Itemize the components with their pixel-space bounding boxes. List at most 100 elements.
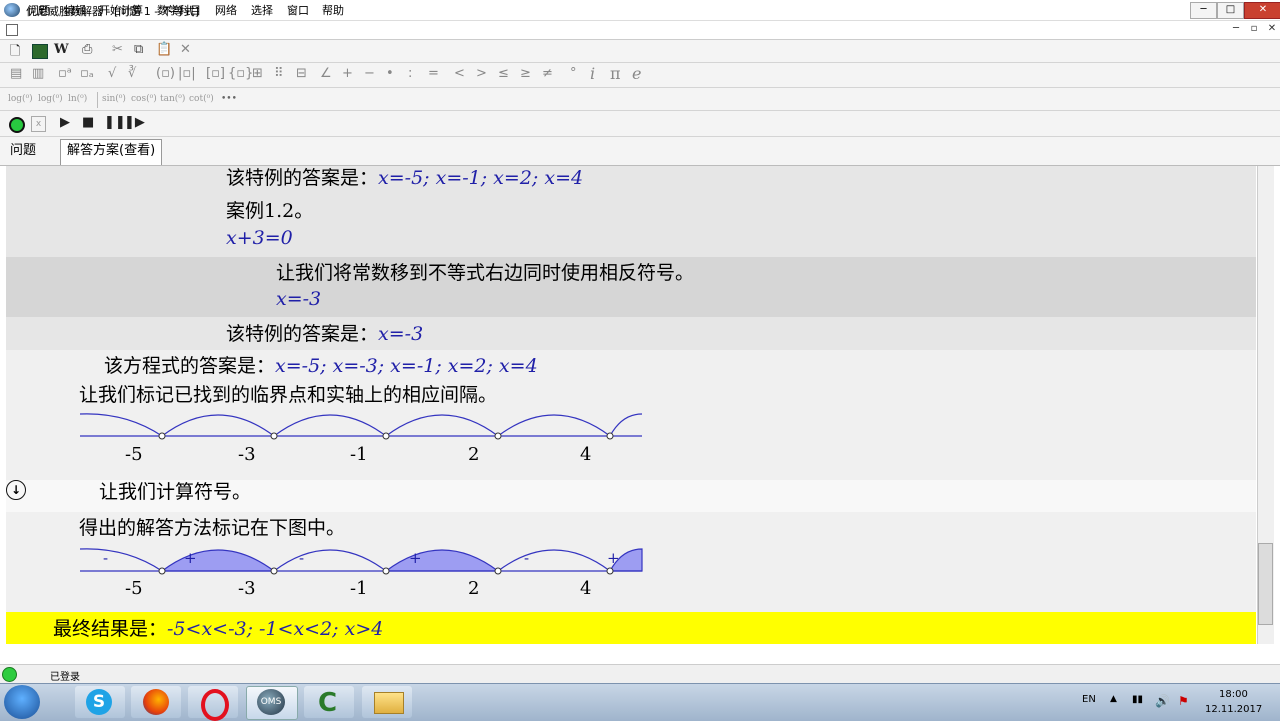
case-answer-label: 该特例的答案是：	[226, 167, 379, 189]
point-label: 4	[580, 578, 592, 599]
system-icon[interactable]: ⊟	[296, 66, 307, 81]
document-icon[interactable]	[6, 24, 18, 36]
matrix-icon[interactable]: ⊞	[252, 66, 263, 81]
tab-solution[interactable]: 解答方案(查看)	[60, 139, 163, 165]
parenthesis-icon[interactable]: (▫)	[156, 66, 175, 81]
interval-arc-3	[273, 414, 387, 437]
skype-icon: S	[86, 689, 112, 715]
word-icon[interactable]: W	[54, 42, 69, 57]
point-label: -3	[238, 578, 256, 599]
nth-root-icon[interactable]: ∛	[128, 66, 136, 81]
interval-arc-5	[497, 414, 611, 437]
multiply-icon[interactable]: •	[386, 66, 394, 81]
colon-icon[interactable]: :	[408, 66, 412, 81]
menu-select[interactable]: 选择	[251, 2, 273, 18]
clock-date[interactable]: 12.11.2017	[1205, 704, 1262, 715]
clear-icon[interactable]: x	[31, 116, 46, 132]
print-preview-icon[interactable]: ⎙	[82, 42, 92, 57]
tab-problem[interactable]: 问题	[4, 140, 42, 162]
equals-icon[interactable]: =	[428, 66, 439, 81]
mdi-restore-button[interactable]: ▫	[1246, 23, 1262, 36]
menu-calculate[interactable]: 开始计算	[99, 2, 143, 18]
log-button[interactable]: log(⁰)	[8, 94, 33, 104]
cot-button[interactable]: cot(⁰)	[189, 94, 214, 104]
menu-help[interactable]: 帮助	[322, 2, 344, 18]
bracket-icon[interactable]: [▫]	[206, 66, 225, 81]
play-icon[interactable]: ▶	[60, 115, 70, 130]
sin-button[interactable]: sin(⁰)	[102, 94, 126, 104]
menu-network[interactable]: 网络	[215, 2, 237, 18]
grid-icon[interactable]: ⠿	[274, 66, 284, 81]
sign-label: +	[607, 549, 620, 567]
expand-step-icon[interactable]: ↓	[6, 480, 26, 500]
critical-point	[606, 567, 614, 575]
final-answer-math: -5<x<-3; -1<x<2; x>4	[167, 618, 384, 640]
language-indicator[interactable]: EN	[1082, 694, 1096, 705]
cos-button[interactable]: cos(⁰)	[131, 94, 157, 104]
plus-icon[interactable]: +	[342, 66, 353, 81]
pi-icon[interactable]: π	[610, 64, 621, 83]
greater-than-icon[interactable]: >	[476, 66, 487, 81]
calculate-signs-step[interactable]: 让我们计算符号。	[99, 477, 251, 504]
less-equal-icon[interactable]: ≤	[498, 66, 509, 81]
mixed-fraction-icon[interactable]: ▥	[32, 66, 44, 81]
network-icon[interactable]: ▮▮	[1132, 694, 1143, 705]
less-than-icon[interactable]: <	[454, 66, 465, 81]
euler-icon[interactable]: e	[632, 64, 641, 83]
copy-icon[interactable]: ⧉	[134, 42, 143, 57]
subscript-icon[interactable]: ▫ₐ	[80, 66, 94, 81]
angle-icon[interactable]: ∠	[320, 66, 332, 81]
ln-button[interactable]: ln(⁰)	[68, 94, 87, 104]
pause-icon[interactable]: ❚❚	[104, 115, 126, 130]
minimize-button[interactable]: ─	[1190, 2, 1217, 19]
run-toolbar	[0, 111, 1280, 137]
maximize-button[interactable]: □	[1217, 2, 1244, 19]
critical-point	[158, 432, 166, 440]
absolute-icon[interactable]: |▫|	[178, 66, 196, 81]
tan-button[interactable]: tan(⁰)	[160, 94, 185, 104]
volume-icon[interactable]: 🔊	[1155, 694, 1170, 708]
minus-icon[interactable]: −	[364, 66, 375, 81]
critical-point	[270, 432, 278, 440]
clock-time[interactable]: 18:00	[1219, 689, 1248, 700]
imaginary-icon[interactable]: i	[590, 64, 595, 83]
step-icon[interactable]: ❚▶	[124, 115, 145, 130]
fraction-icon[interactable]: ▤	[10, 66, 22, 81]
scrollbar-thumb[interactable]	[1258, 543, 1273, 625]
paste-icon[interactable]: 📋	[156, 42, 172, 57]
menu-math-subject[interactable]: 数学科目	[157, 2, 201, 18]
stop-icon[interactable]: ■	[82, 115, 94, 130]
step-result: x=-3	[276, 288, 322, 310]
tray-expand-icon[interactable]: ▲	[1110, 694, 1117, 704]
firefox-icon	[143, 689, 169, 715]
not-equal-icon[interactable]: ≠	[542, 66, 553, 81]
sign-label: +	[184, 549, 197, 567]
record-icon[interactable]	[9, 117, 25, 133]
new-file-icon[interactable]: 🗋	[10, 42, 20, 64]
greater-equal-icon[interactable]: ≥	[520, 66, 531, 81]
camtasia-icon: C	[318, 688, 338, 718]
more-functions-button[interactable]: •••	[221, 94, 237, 104]
sign-label: -	[524, 549, 530, 567]
menu-problem[interactable]: 问题	[28, 2, 50, 18]
mdi-close-button[interactable]: ✕	[1264, 23, 1280, 36]
superscript-icon[interactable]: ▫ᵃ	[58, 66, 72, 81]
app-icon[interactable]	[4, 3, 20, 17]
delete-icon[interactable]: ✕	[180, 42, 191, 57]
mdi-minimize-button[interactable]: ─	[1228, 23, 1244, 36]
negative-interval	[273, 549, 387, 572]
start-button[interactable]	[4, 685, 40, 719]
root-icon[interactable]: √	[108, 66, 116, 81]
log-base-button[interactable]: log(⁰)	[38, 94, 63, 104]
cut-icon[interactable]: ✂	[112, 42, 123, 57]
degree-icon[interactable]: °	[570, 66, 577, 81]
action-center-icon[interactable]: ⚑	[1178, 694, 1189, 708]
positive-interval	[160, 549, 276, 572]
status-bar	[0, 664, 1280, 683]
excel-icon[interactable]	[32, 44, 48, 59]
negative-interval	[497, 549, 611, 572]
brace-icon[interactable]: {▫}	[228, 66, 253, 81]
close-button[interactable]: ✕	[1244, 2, 1280, 19]
menu-edit[interactable]: 编辑	[64, 2, 86, 18]
menu-window[interactable]: 窗口	[287, 2, 309, 18]
